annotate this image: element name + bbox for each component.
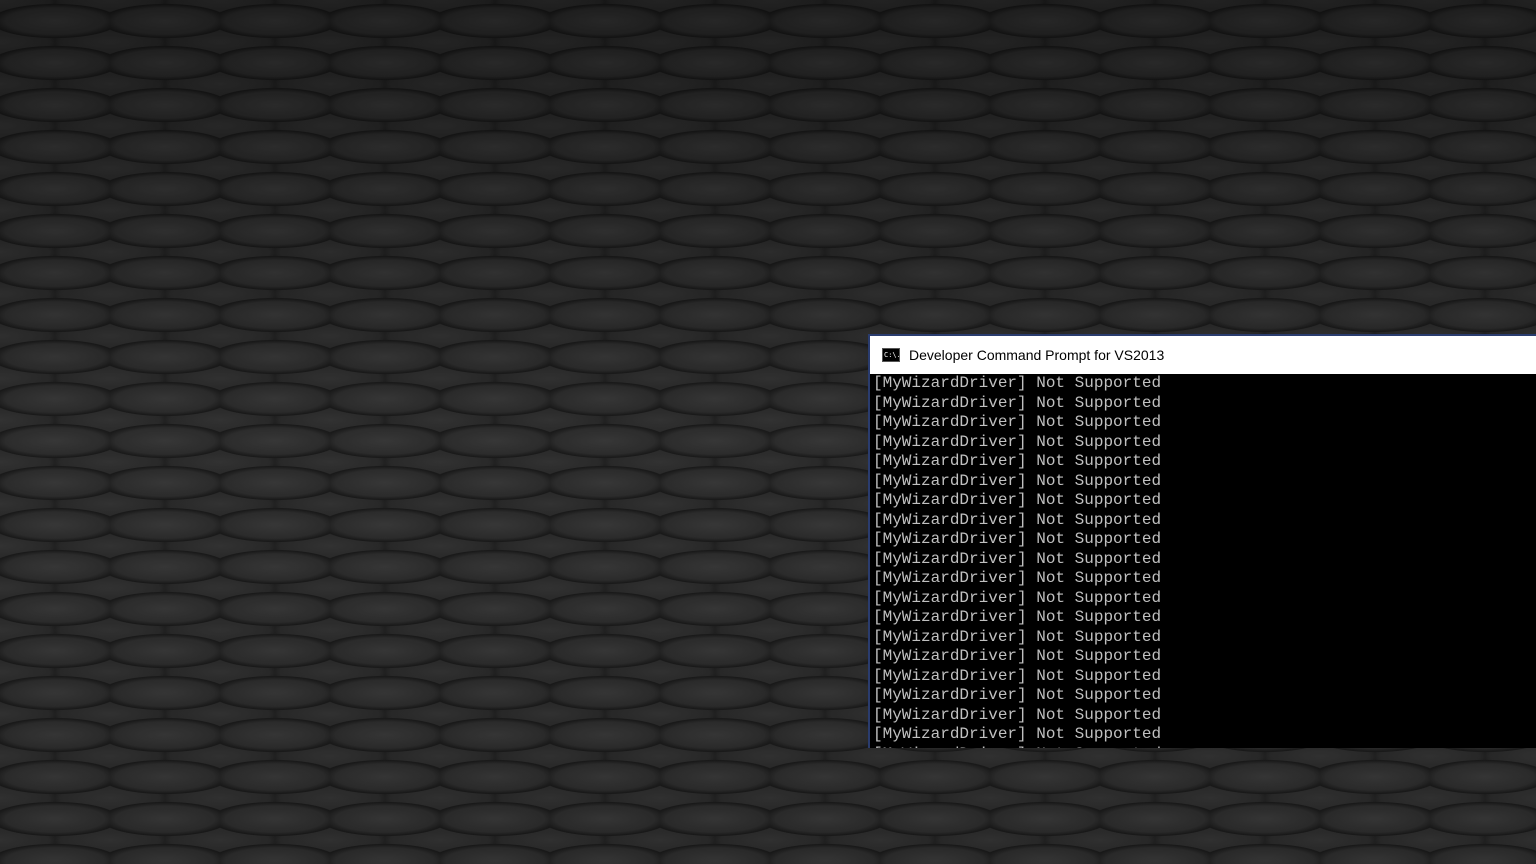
console-line: [MyWizardDriver] Not Supported [873, 745, 1536, 749]
console-line: [MyWizardDriver] Not Supported [873, 725, 1162, 743]
cmd-icon: C:\. [882, 348, 900, 362]
console-line: [MyWizardDriver] Not Supported [873, 608, 1162, 626]
window-title: Developer Command Prompt for VS2013 [909, 347, 1165, 363]
console-line: [MyWizardDriver] Not Supported [873, 510, 1162, 529]
console-line: [MyWizardDriver] Not Supported [873, 393, 1162, 412]
console-line: [MyWizardDriver] Not Supported [873, 549, 1162, 568]
console-line: [MyWizardDriver] Not Supported [873, 491, 1162, 509]
console-line: [MyWizardDriver] Not Supported [873, 374, 1162, 392]
command-prompt-window[interactable]: C:\. Developer Command Prompt for VS2013… [868, 334, 1536, 748]
console-output[interactable]: [MyWizardDriver] Not Supported [MyWizardD… [870, 374, 1536, 748]
console-line: [MyWizardDriver] Not Supported [873, 647, 1162, 665]
console-line: [MyWizardDriver] Not Supported [873, 471, 1162, 490]
console-line: [MyWizardDriver] Not Supported [873, 432, 1162, 451]
console-line: [MyWizardDriver] Not Supported [873, 530, 1162, 548]
console-line: [MyWizardDriver] Not Supported [873, 705, 1162, 724]
console-line: [MyWizardDriver] Not Supported [873, 569, 1162, 587]
console-line: [MyWizardDriver] Not Supported [873, 588, 1162, 607]
console-line: [MyWizardDriver] Not Supported [873, 666, 1162, 685]
console-line: [MyWizardDriver] Not Supported [873, 686, 1162, 704]
console-line: [MyWizardDriver] Not Supported [873, 452, 1162, 470]
title-bar[interactable]: C:\. Developer Command Prompt for VS2013 [870, 336, 1536, 374]
console-line: [MyWizardDriver] Not Supported [873, 627, 1162, 646]
console-line: [MyWizardDriver] Not Supported [873, 413, 1162, 431]
